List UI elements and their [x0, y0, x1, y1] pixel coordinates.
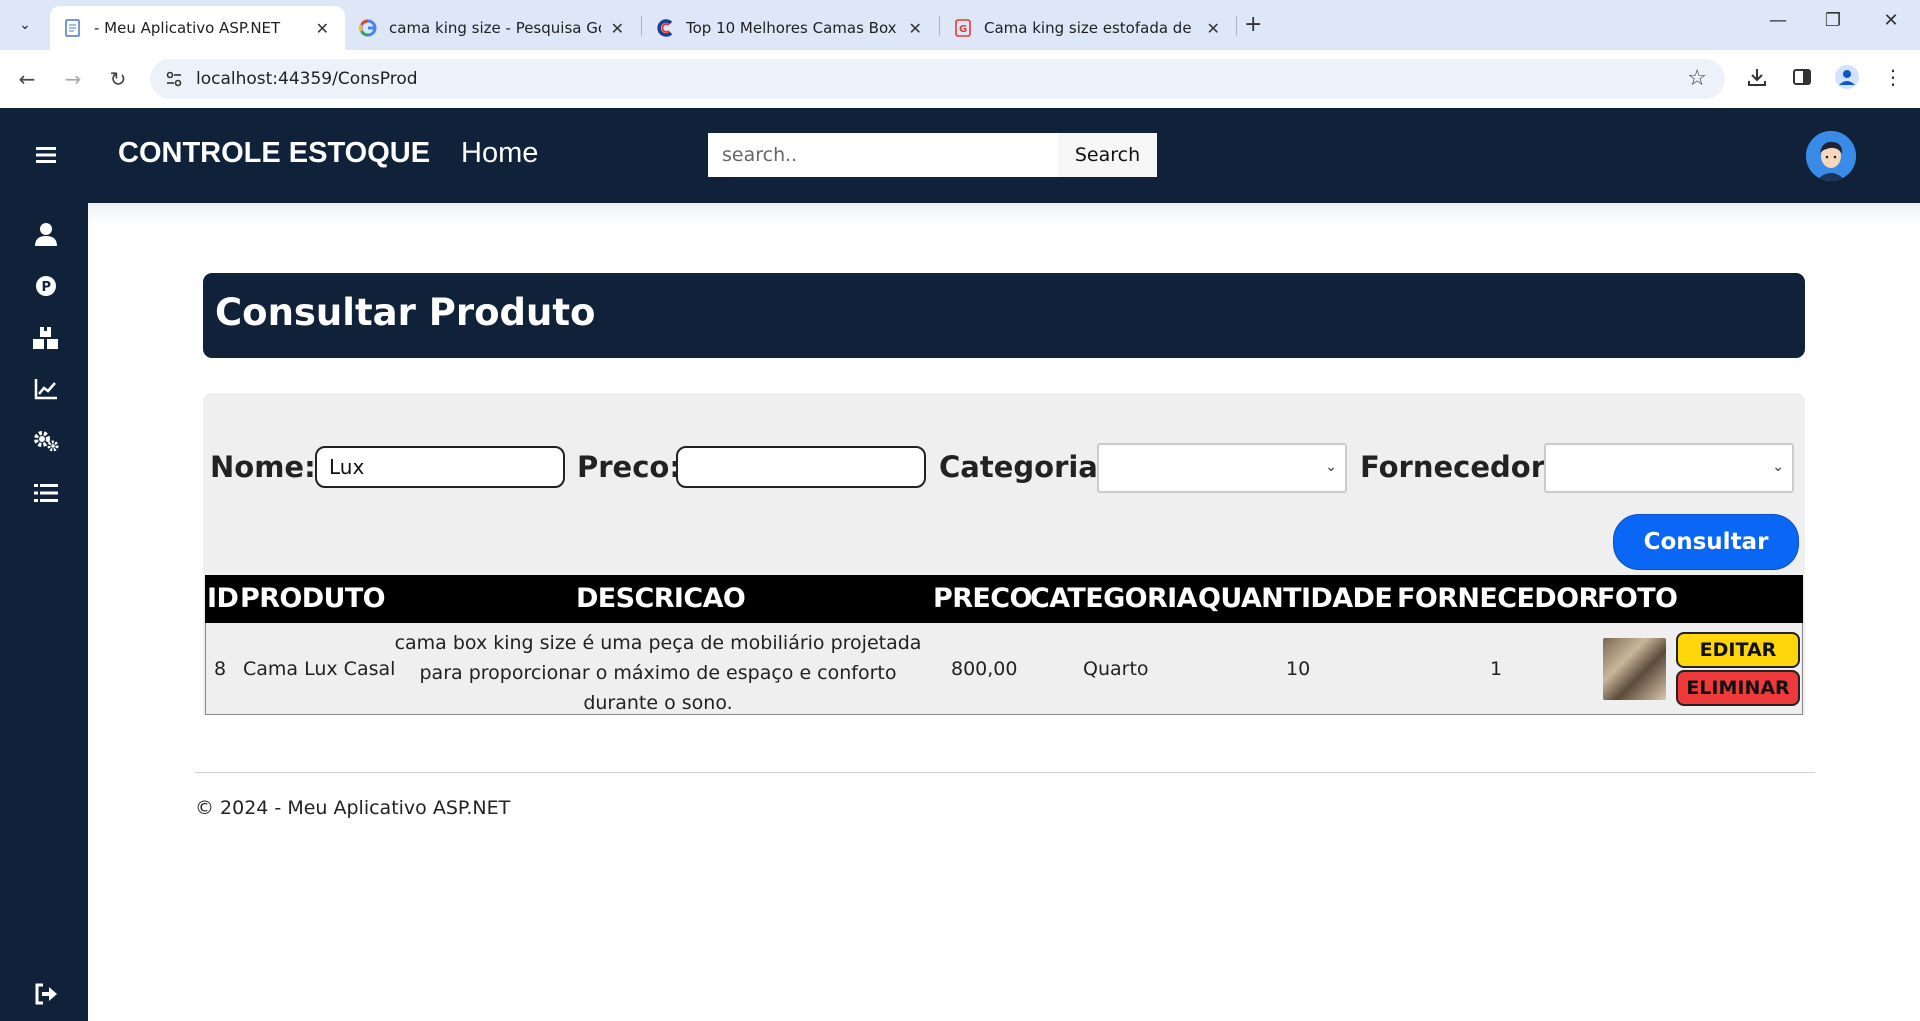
footer-divider [195, 772, 1815, 773]
user-icon[interactable] [30, 218, 62, 250]
cell-id: 8 [214, 658, 227, 680]
cell-fornecedor: 1 [1490, 658, 1503, 680]
consultar-button[interactable]: Consultar [1613, 514, 1799, 570]
tab-meu-aplicativo[interactable]: - Meu Aplicativo ASP.NET ✕ [50, 6, 345, 50]
col-header-descricao: DESCRICAO [576, 583, 746, 614]
cell-quantidade: 10 [1286, 658, 1311, 680]
cell-preco: 800,00 [951, 658, 1018, 680]
bookmark-star-icon[interactable]: ☆ [1687, 66, 1707, 91]
tab-title: Top 10 Melhores Camas Box King [686, 19, 898, 37]
tab-title: - Meu Aplicativo ASP.NET [94, 19, 281, 37]
close-tab-icon[interactable]: ✕ [906, 19, 924, 38]
svg-text:G: G [959, 24, 967, 35]
more-vert-icon[interactable]: ⋮ [1880, 64, 1906, 90]
boxes-icon[interactable] [30, 322, 62, 354]
p-circle-icon[interactable]: P [30, 270, 62, 302]
google-icon [359, 19, 377, 37]
tab-title: Cama king size estofada de madeira [984, 19, 1196, 37]
chart-line-icon[interactable] [30, 373, 62, 405]
delete-button[interactable]: ELIMINAR [1676, 670, 1800, 706]
tab-top10-camas[interactable]: Top 10 Melhores Camas Box King ✕ [642, 6, 938, 50]
logout-icon[interactable] [30, 978, 62, 1010]
new-tab-plus-icon[interactable]: + [1244, 12, 1262, 37]
col-header-quantidade: QUANTIDADE [1198, 583, 1393, 614]
avatar[interactable] [1806, 131, 1856, 181]
tab-separator [1236, 16, 1237, 36]
download-icon[interactable] [1744, 64, 1770, 90]
tab-google-search[interactable]: cama king size - Pesquisa Google ✕ [345, 6, 640, 50]
home-link[interactable]: Home [461, 137, 538, 170]
nome-label: Nome: [210, 450, 316, 484]
brand-title[interactable]: CONTROLE ESTOQUE [118, 137, 430, 170]
minimize-icon[interactable]: — [1763, 10, 1793, 31]
c-logo-icon [656, 19, 674, 37]
fornecedor-label: Fornecedor: [1360, 450, 1557, 484]
nome-field[interactable] [315, 446, 565, 488]
col-header-categoria: CATEGORIA [1030, 583, 1198, 614]
content-top-shadow [88, 203, 1920, 225]
search-input[interactable] [708, 133, 1058, 177]
cell-produto: Cama Lux Casal [243, 658, 396, 680]
close-tab-icon[interactable]: ✕ [314, 19, 331, 38]
page-title: Consultar Produto [215, 291, 596, 334]
menu-icon[interactable] [30, 139, 62, 171]
cell-descricao: cama box king size é uma peça de mobiliá… [394, 632, 922, 714]
preco-field[interactable] [676, 446, 926, 488]
reload-icon[interactable]: ↻ [103, 64, 133, 94]
restore-icon[interactable]: ❐ [1818, 10, 1848, 31]
tab-cama-estofada[interactable]: G Cama king size estofada de madeira ✕ [940, 6, 1236, 50]
col-header-fornecedor: FORNECEDOR [1397, 583, 1599, 614]
chevron-down-icon: ⌄ [1772, 459, 1784, 475]
close-tab-icon[interactable]: ✕ [609, 19, 626, 38]
g-red-icon: G [954, 19, 972, 37]
tab-search-chevron-icon[interactable]: ⌄ [10, 10, 40, 40]
chevron-down-icon: ⌄ [1325, 459, 1337, 475]
tab-title: cama king size - Pesquisa Google [389, 19, 601, 37]
search-button[interactable]: Search [1058, 133, 1157, 177]
close-tab-icon[interactable]: ✕ [1204, 19, 1222, 38]
url-text[interactable]: localhost:44359/ConsProd [196, 69, 418, 89]
categoria-select[interactable]: ⌄ [1097, 443, 1347, 493]
profile-icon[interactable] [1834, 64, 1860, 90]
gears-icon[interactable] [30, 425, 62, 457]
close-window-icon[interactable]: ✕ [1876, 10, 1906, 31]
page-title-card: Consultar Produto [203, 273, 1805, 358]
list-icon[interactable] [30, 477, 62, 509]
categoria-label: Categoria: [939, 450, 1110, 484]
col-header-preco: PRECO [933, 583, 1032, 614]
col-header-id: ID [207, 583, 239, 614]
product-photo-thumbnail [1603, 638, 1666, 700]
cell-categoria: Quarto [1083, 658, 1149, 680]
page-icon [64, 19, 82, 37]
footer-text: © 2024 - Meu Aplicativo ASP.NET [195, 797, 511, 819]
fornecedor-select[interactable]: ⌄ [1544, 443, 1794, 493]
forward-arrow-icon[interactable]: → [58, 64, 88, 94]
browser-tabstrip: ⌄ - Meu Aplicativo ASP.NET ✕ cama king s… [0, 0, 1920, 50]
edit-button[interactable]: EDITAR [1676, 632, 1800, 668]
side-panel-icon[interactable] [1789, 64, 1815, 90]
col-header-produto: PRODUTO [240, 583, 386, 614]
browser-toolbar: ← → ↻ localhost:44359/ConsProd ☆ [0, 50, 1920, 108]
site-settings-icon[interactable] [164, 69, 184, 89]
preco-label: Preco: [577, 450, 681, 484]
address-bar[interactable]: localhost:44359/ConsProd ☆ [150, 59, 1725, 99]
back-arrow-icon[interactable]: ← [12, 64, 42, 94]
col-header-foto: FOTO [1597, 583, 1678, 614]
svg-text:P: P [42, 280, 52, 295]
